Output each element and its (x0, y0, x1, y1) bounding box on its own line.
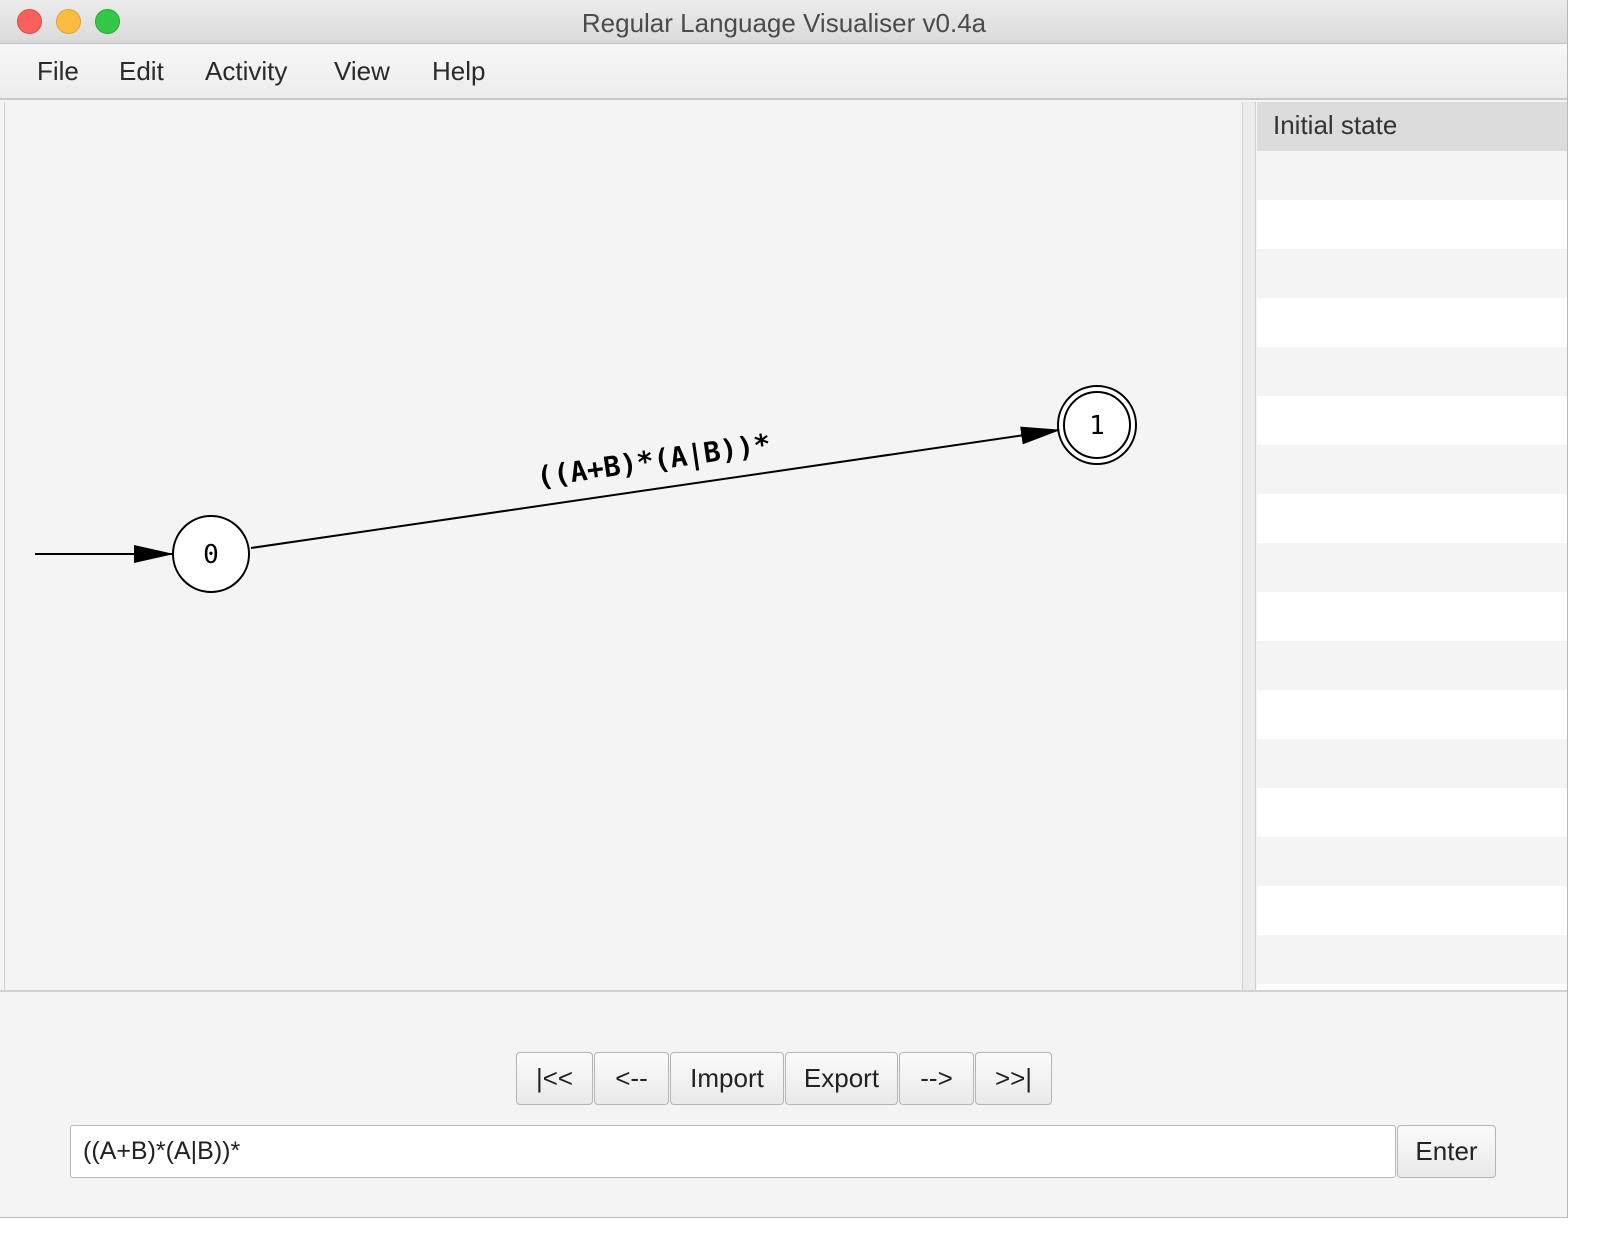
state-1-label: 1 (1089, 411, 1105, 441)
list-item[interactable] (1257, 543, 1567, 592)
menu-activity[interactable]: Activity (205, 56, 287, 87)
window-title: Regular Language Visualiser v0.4a (581, 8, 987, 38)
enter-button[interactable]: Enter (1397, 1125, 1496, 1178)
split-pane-divider[interactable] (1242, 102, 1256, 990)
list-item[interactable] (1257, 788, 1567, 837)
next-step-button[interactable]: --> (899, 1052, 974, 1105)
list-item[interactable] (1257, 151, 1567, 200)
list-item[interactable] (1257, 837, 1567, 886)
last-step-button[interactable]: >>| (975, 1052, 1052, 1105)
list-item[interactable] (1257, 494, 1567, 543)
import-button[interactable]: Import (670, 1052, 784, 1105)
menu-bar: File Edit Activity View Help (0, 44, 1567, 100)
previous-step-button[interactable]: <-- (594, 1052, 669, 1105)
list-item[interactable] (1257, 298, 1567, 347)
state-0-label: 0 (203, 540, 219, 570)
title-bar: Regular Language Visualiser v0.4a (0, 0, 1567, 44)
app-window: Regular Language Visualiser v0.4a File E… (0, 0, 1568, 1218)
list-item[interactable] (1257, 249, 1567, 298)
first-step-button[interactable]: |<< (516, 1052, 593, 1105)
list-item[interactable] (1257, 935, 1567, 984)
history-header: Initial state (1257, 102, 1567, 151)
state-0[interactable]: 0 (172, 515, 250, 593)
control-panel: |<< <-- Import Export --> >>| Enter (0, 990, 1567, 1217)
regex-input[interactable] (70, 1125, 1396, 1178)
state-history-panel: Initial state (1257, 102, 1567, 990)
list-item[interactable] (1257, 592, 1567, 641)
menu-help[interactable]: Help (432, 56, 485, 87)
state-1-accepting[interactable]: 1 (1057, 385, 1137, 465)
automaton-graph: ((A+B)*(A|B))* 0 1 (35, 385, 1137, 593)
menu-edit[interactable]: Edit (119, 56, 164, 87)
list-item[interactable] (1257, 396, 1567, 445)
list-item[interactable] (1257, 641, 1567, 690)
list-item[interactable] (1257, 347, 1567, 396)
export-button[interactable]: Export (785, 1052, 898, 1105)
list-item[interactable] (1257, 445, 1567, 494)
list-item[interactable] (1257, 739, 1567, 788)
menu-file[interactable]: File (37, 56, 79, 87)
list-item[interactable] (1257, 200, 1567, 249)
transition-label: ((A+B)*(A|B))* (534, 427, 772, 494)
automaton-canvas[interactable]: ((A+B)*(A|B))* 0 1 (4, 102, 1242, 990)
list-item[interactable] (1257, 886, 1567, 935)
menu-view[interactable]: View (334, 56, 390, 87)
history-list[interactable] (1257, 151, 1567, 984)
list-item[interactable] (1257, 690, 1567, 739)
